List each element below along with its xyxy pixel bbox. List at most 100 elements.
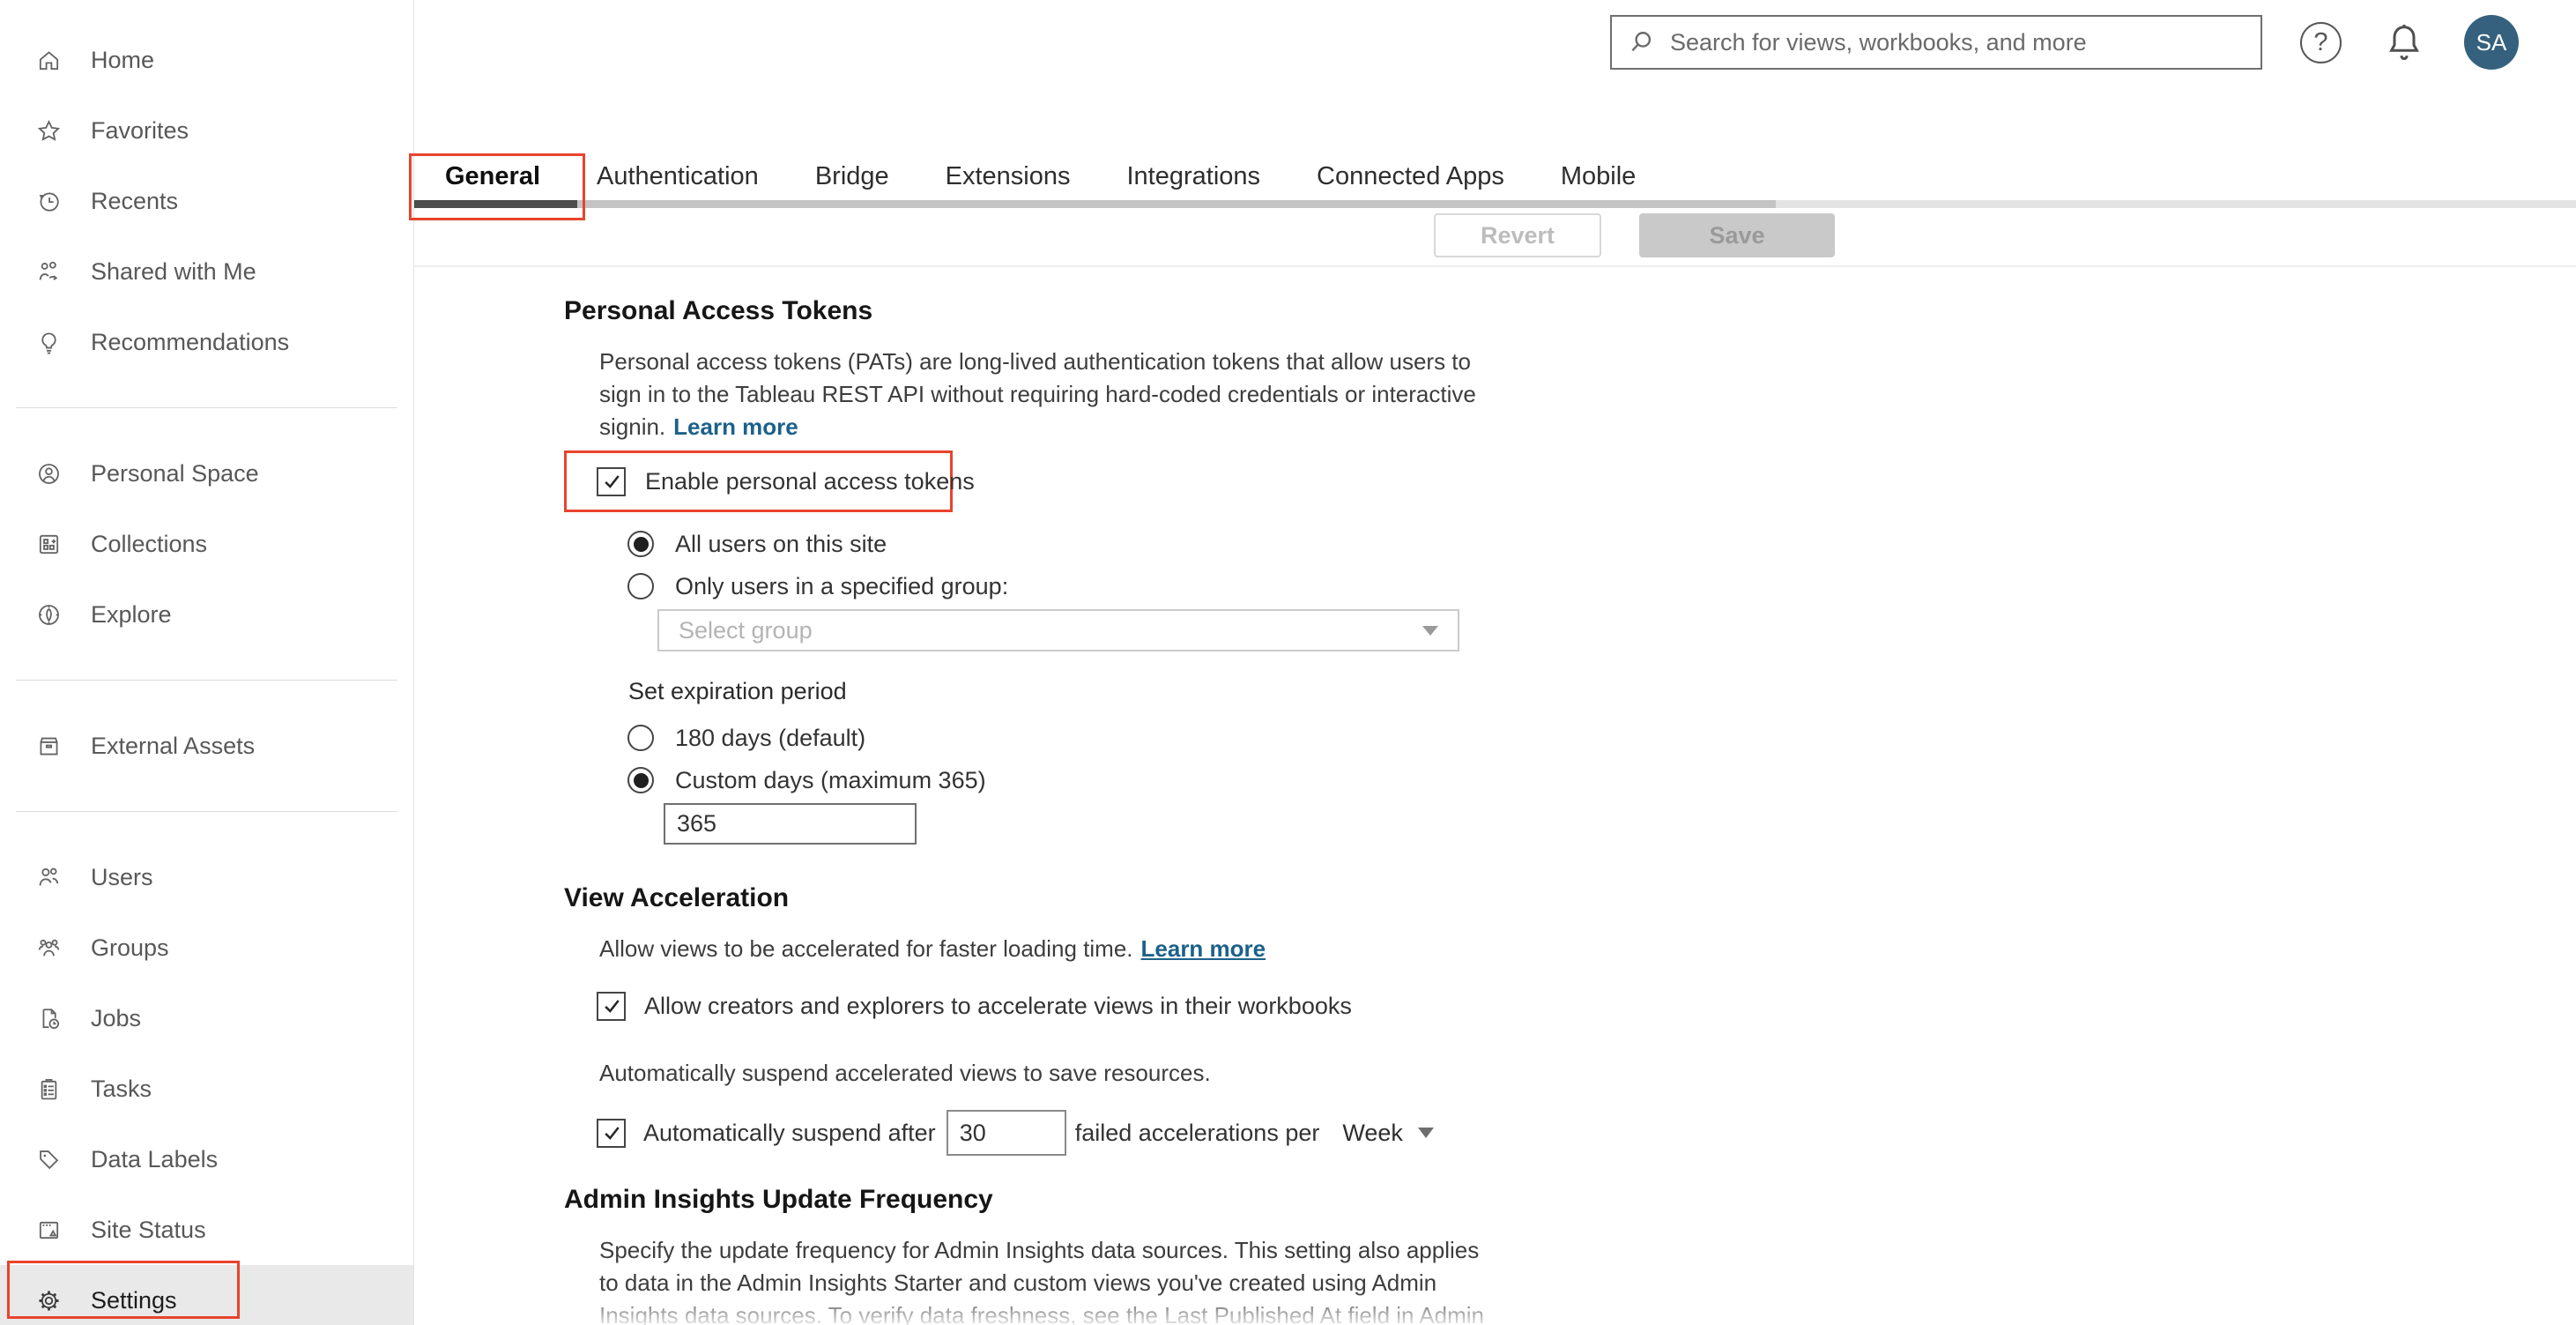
- settings-tabs: General Authentication Bridge Extensions…: [445, 157, 1636, 196]
- history-icon: [36, 189, 62, 214]
- tab-bridge[interactable]: Bridge: [815, 157, 889, 196]
- clipboard-list-icon: [36, 1076, 62, 1102]
- users-icon: [36, 865, 62, 890]
- select-group-placeholder: Select group: [679, 616, 813, 644]
- radio-button[interactable]: [627, 725, 654, 751]
- home-icon: [36, 48, 62, 73]
- period-dropdown[interactable]: Week: [1342, 1120, 1434, 1147]
- archive-box-icon: [36, 733, 62, 759]
- radio-label: 180 days (default): [675, 724, 866, 751]
- sidebar-item-label: Tasks: [91, 1075, 152, 1102]
- lightbulb-icon: [36, 330, 62, 355]
- section-description: Personal access tokens (PATs) are long-l…: [599, 346, 1489, 443]
- sidebar-item-label: Jobs: [91, 1004, 142, 1031]
- save-button[interactable]: Save: [1639, 213, 1835, 257]
- sidebar-item-explore[interactable]: Explore: [0, 579, 413, 650]
- sidebar-item-favorites[interactable]: Favorites: [0, 95, 413, 166]
- sidebar-item-label: Groups: [91, 934, 169, 961]
- sidebar-item-shared-with-me[interactable]: Shared with Me: [0, 236, 413, 307]
- sidebar-item-label: External Assets: [91, 732, 256, 759]
- suspend-suffix-label: failed accelerations per: [1074, 1119, 1320, 1146]
- allow-acceleration-checkbox[interactable]: [597, 991, 626, 1021]
- bell-icon[interactable]: [2383, 21, 2425, 63]
- radio-custom-days[interactable]: Custom days (maximum 365): [627, 759, 1578, 801]
- radio-all-users[interactable]: All users on this site: [627, 523, 1578, 565]
- sidebar-divider: [16, 811, 397, 812]
- section-description: Specify the update frequency for Admin I…: [599, 1237, 1484, 1325]
- sidebar-item-recommendations[interactable]: Recommendations: [0, 307, 413, 377]
- sidebar-item-label: Recommendations: [91, 328, 290, 355]
- sidebar-item-label: Data Labels: [91, 1145, 219, 1172]
- sidebar-item-collections[interactable]: Collections: [0, 509, 413, 579]
- radio-label: Custom days (maximum 365): [675, 766, 986, 793]
- search-icon: [1626, 27, 1656, 57]
- collections-icon: [36, 532, 62, 557]
- sidebar-item-data-labels[interactable]: Data Labels: [0, 1124, 413, 1195]
- chevron-down-icon: [1422, 625, 1438, 636]
- groups-icon: [36, 935, 62, 961]
- radio-button[interactable]: [627, 767, 654, 793]
- sidebar-divider: [16, 407, 397, 408]
- learn-more-link[interactable]: Learn more: [673, 413, 798, 440]
- section-title: Admin Insights Update Frequency: [564, 1185, 993, 1214]
- section-title: View Acceleration: [564, 883, 790, 912]
- radio-label: All users on this site: [675, 530, 887, 557]
- allow-acceleration-row[interactable]: Allow creators and explorers to accelera…: [597, 986, 1578, 1025]
- radio-180-days[interactable]: 180 days (default): [627, 717, 1578, 759]
- learn-more-link[interactable]: Learn more: [1141, 935, 1266, 962]
- tab-track-inner: [414, 200, 1776, 208]
- chevron-down-icon: [1417, 1128, 1434, 1138]
- auto-suspend-row: Automatically suspend after failed accel…: [597, 1109, 1578, 1157]
- tab-extensions[interactable]: Extensions: [946, 157, 1071, 196]
- period-value: Week: [1342, 1119, 1403, 1146]
- radio-button[interactable]: [627, 531, 654, 557]
- search-input[interactable]: [1670, 28, 2246, 56]
- radio-specified-group[interactable]: Only users in a specified group:: [627, 565, 1578, 607]
- sidebar-item-site-status[interactable]: Site Status: [0, 1195, 413, 1265]
- gear-icon: [36, 1288, 62, 1314]
- sidebar-item-label: Settings: [91, 1286, 177, 1314]
- sidebar-item-tasks[interactable]: Tasks: [0, 1053, 413, 1124]
- star-icon: [36, 118, 62, 144]
- suspend-description: Automatically suspend accelerated views …: [599, 1060, 1211, 1086]
- sidebar-item-users[interactable]: Users: [0, 842, 413, 912]
- select-group-dropdown[interactable]: Select group: [657, 609, 1459, 651]
- avatar[interactable]: SA: [2464, 15, 2519, 70]
- tab-authentication[interactable]: Authentication: [597, 157, 759, 196]
- document-clock-icon: [36, 1006, 62, 1031]
- sidebar-item-settings[interactable]: Settings: [0, 1265, 413, 1325]
- sidebar-divider: [16, 680, 397, 681]
- tab-connected-apps[interactable]: Connected Apps: [1317, 157, 1504, 196]
- active-tab-underline: [414, 200, 577, 208]
- sidebar-item-external-assets[interactable]: External Assets: [0, 711, 413, 781]
- sidebar-item-label: Explore: [91, 600, 172, 628]
- sidebar-item-label: Collections: [91, 530, 208, 557]
- sidebar-item-recents[interactable]: Recents: [0, 166, 413, 236]
- shared-with-me-icon: [36, 259, 62, 285]
- custom-days-input[interactable]: [664, 803, 917, 845]
- radio-button[interactable]: [627, 573, 654, 599]
- sidebar-item-home[interactable]: Home: [0, 25, 413, 95]
- auto-suspend-label: Automatically suspend after: [643, 1119, 936, 1146]
- revert-button[interactable]: Revert: [1434, 213, 1601, 257]
- global-search: [1610, 15, 2262, 70]
- suspend-count-input[interactable]: [946, 1110, 1066, 1156]
- section-admin-insights: Admin Insights Update Frequency Specify …: [564, 1183, 1578, 1325]
- sidebar: Home Favorites Recents Shared with Me Re…: [0, 0, 414, 1325]
- enable-pat-checkbox[interactable]: [597, 466, 626, 496]
- tag-icon: [36, 1147, 62, 1172]
- tab-integrations[interactable]: Integrations: [1127, 157, 1261, 196]
- section-view-acceleration: View Acceleration Allow views to be acce…: [564, 882, 1578, 1157]
- sidebar-item-jobs[interactable]: Jobs: [0, 983, 413, 1053]
- help-icon[interactable]: ?: [2300, 22, 2342, 63]
- sidebar-item-label: Users: [91, 863, 153, 890]
- sidebar-item-label: Recents: [91, 187, 179, 214]
- site-status-icon: [36, 1217, 62, 1243]
- tab-general[interactable]: General: [445, 157, 540, 196]
- sidebar-item-personal-space[interactable]: Personal Space: [0, 438, 413, 509]
- auto-suspend-checkbox[interactable]: [597, 1118, 626, 1148]
- section-title: Personal Access Tokens: [564, 296, 873, 325]
- tab-mobile[interactable]: Mobile: [1561, 157, 1636, 196]
- sidebar-item-groups[interactable]: Groups: [0, 912, 413, 983]
- enable-pat-label: Enable personal access tokens: [645, 467, 975, 495]
